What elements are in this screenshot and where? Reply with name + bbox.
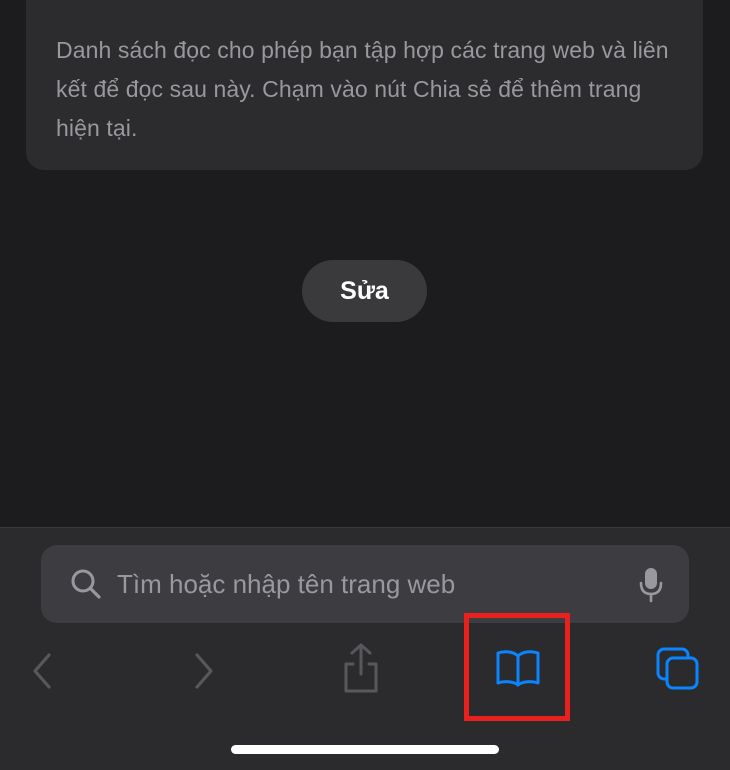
home-indicator <box>231 745 499 754</box>
highlight-annotation-box <box>464 613 570 721</box>
forward-button[interactable] <box>184 646 224 696</box>
safari-reading-list-screen: Danh sách đọc cho phép bạn tập hợp các t… <box>0 0 730 770</box>
share-button[interactable] <box>336 638 386 698</box>
reading-list-info-text: Danh sách đọc cho phép bạn tập hợp các t… <box>56 37 669 141</box>
back-button[interactable] <box>22 646 62 696</box>
search-field[interactable]: Tìm hoặc nhập tên trang web <box>41 545 689 623</box>
search-icon <box>71 569 101 599</box>
reading-list-info-card: Danh sách đọc cho phép bạn tập hợp các t… <box>26 0 703 170</box>
chevron-right-icon <box>195 653 213 689</box>
chevron-left-icon <box>33 653 51 689</box>
tabs-icon <box>656 647 699 690</box>
bottom-toolbar: Tìm hoặc nhập tên trang web <box>0 527 730 770</box>
share-icon <box>344 643 378 693</box>
search-placeholder: Tìm hoặc nhập tên trang web <box>117 569 456 599</box>
microphone-icon[interactable] <box>639 567 663 603</box>
tabs-button[interactable] <box>652 643 704 695</box>
edit-button[interactable]: Sửa <box>302 260 427 322</box>
